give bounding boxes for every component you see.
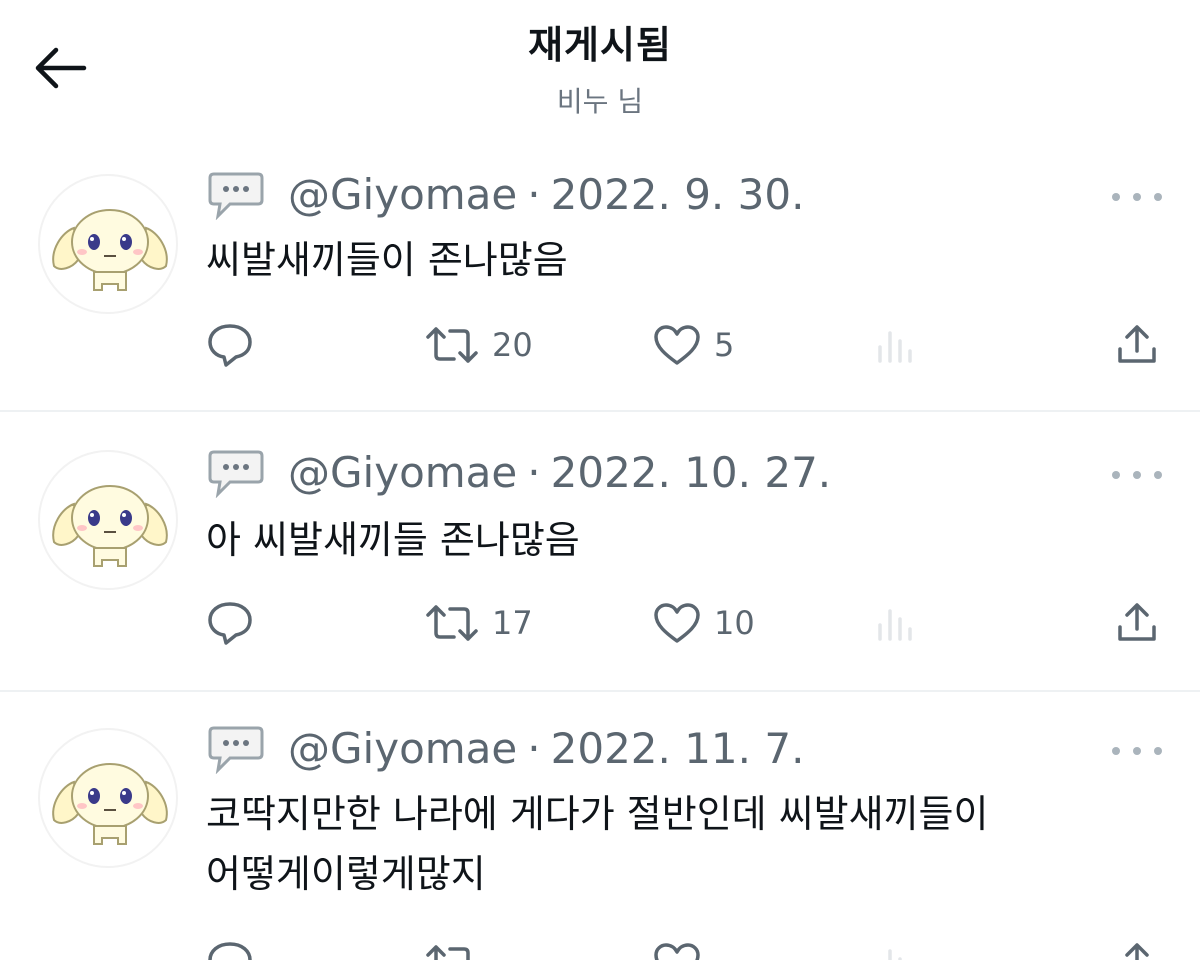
share-icon	[1125, 943, 1149, 960]
post-text-line: 아 씨발새끼들 존나많음	[206, 518, 580, 562]
post-handle[interactable]: @Giyomae	[288, 448, 517, 497]
heart-icon	[654, 325, 700, 365]
reply-button[interactable]	[206, 318, 254, 372]
page-subtitle: 비누 님	[556, 85, 644, 118]
share-icon	[1118, 603, 1156, 641]
like-count: 5	[714, 326, 735, 364]
more-dots-icon	[1112, 747, 1120, 755]
reply-icon	[208, 602, 252, 645]
post[interactable]: @Giyomae · 2022. 11. 7. 코딱지만한 나라에 게다가 절반…	[0, 692, 1200, 960]
retweet-count: 20	[492, 326, 533, 364]
post-meta: @Giyomae · 2022. 11. 7.	[206, 722, 804, 774]
post-date[interactable]: 2022. 9. 30.	[551, 170, 805, 219]
reply-button[interactable]	[206, 596, 254, 650]
retweet-button[interactable]: 17	[424, 596, 533, 650]
page-title: 재게시됨	[528, 23, 672, 67]
views-button[interactable]	[874, 936, 918, 960]
reply-button[interactable]	[206, 936, 254, 960]
post-text: 씨발새끼들이 존나많음	[206, 234, 568, 286]
heart-icon	[654, 603, 700, 643]
more-button[interactable]	[1112, 736, 1162, 766]
avatar[interactable]	[38, 728, 178, 868]
post-actions: 20 5	[206, 318, 1166, 372]
more-dots-icon	[1112, 471, 1120, 479]
post-actions: 17 10	[206, 596, 1166, 650]
post[interactable]: @Giyomae · 2022. 9. 30. 씨발새끼들이 존나많음 20 5	[0, 140, 1200, 412]
meta-separator: ·	[527, 447, 541, 497]
post-actions	[206, 936, 1166, 960]
post-text-line: 씨발새끼들이 존나많음	[206, 238, 568, 282]
post-text-line: 코딱지만한 나라에 게다가 절반인데 씨발새끼들이	[206, 792, 989, 836]
reply-icon	[208, 324, 252, 367]
meta-separator: ·	[527, 723, 541, 773]
views-icon	[878, 609, 912, 641]
retweet-icon	[426, 327, 478, 363]
post-meta: @Giyomae · 2022. 9. 30.	[206, 168, 804, 220]
post-handle[interactable]: @Giyomae	[288, 170, 517, 219]
retweet-button[interactable]: 20	[424, 318, 533, 372]
post-handle[interactable]: @Giyomae	[288, 724, 517, 773]
share-button[interactable]	[1114, 318, 1160, 372]
retweet-icon	[426, 945, 470, 960]
share-icon	[1118, 325, 1156, 363]
puppy-avatar-image	[52, 209, 168, 291]
speech-bubble-icon	[208, 450, 264, 498]
post-text: 아 씨발새끼들 존나많음	[206, 514, 580, 566]
views-button[interactable]	[874, 596, 918, 650]
reposts-screen: 재게시됨 비누 님 @Giyomae · 2022. 9. 30. 씨발새끼들이…	[0, 0, 1200, 960]
post-text-line: 어떻게이렇게많지	[206, 852, 486, 896]
like-button[interactable]: 5	[652, 318, 734, 372]
post-text: 코딱지만한 나라에 게다가 절반인데 씨발새끼들이 어떻게이렇게많지	[206, 788, 988, 900]
more-button[interactable]	[1112, 182, 1162, 212]
post-date[interactable]: 2022. 11. 7.	[551, 724, 805, 773]
avatar[interactable]	[38, 174, 178, 314]
reply-icon	[208, 942, 252, 960]
header: 재게시됨 비누 님	[0, 0, 1200, 140]
speech-bubble-icon	[208, 726, 264, 774]
puppy-avatar-image	[52, 763, 168, 845]
views-button[interactable]	[874, 318, 918, 372]
like-button[interactable]: 10	[652, 596, 755, 650]
puppy-avatar-image	[52, 485, 168, 567]
post-meta: @Giyomae · 2022. 10. 27.	[206, 446, 831, 498]
post[interactable]: @Giyomae · 2022. 10. 27. 아 씨발새끼들 존나많음 17…	[0, 412, 1200, 692]
share-button[interactable]	[1114, 936, 1160, 960]
retweet-count: 17	[492, 604, 533, 642]
heart-icon	[654, 943, 700, 960]
more-button[interactable]	[1112, 460, 1162, 490]
retweet-button[interactable]	[424, 936, 492, 960]
post-date[interactable]: 2022. 10. 27.	[551, 448, 832, 497]
retweet-icon	[426, 605, 478, 641]
like-button[interactable]	[652, 936, 714, 960]
share-button[interactable]	[1114, 596, 1160, 650]
like-count: 10	[714, 604, 755, 642]
meta-separator: ·	[527, 169, 541, 219]
views-icon	[878, 331, 912, 363]
more-dots-icon	[1112, 193, 1120, 201]
views-icon	[888, 949, 902, 960]
speech-bubble-icon	[208, 172, 264, 220]
avatar[interactable]	[38, 450, 178, 590]
